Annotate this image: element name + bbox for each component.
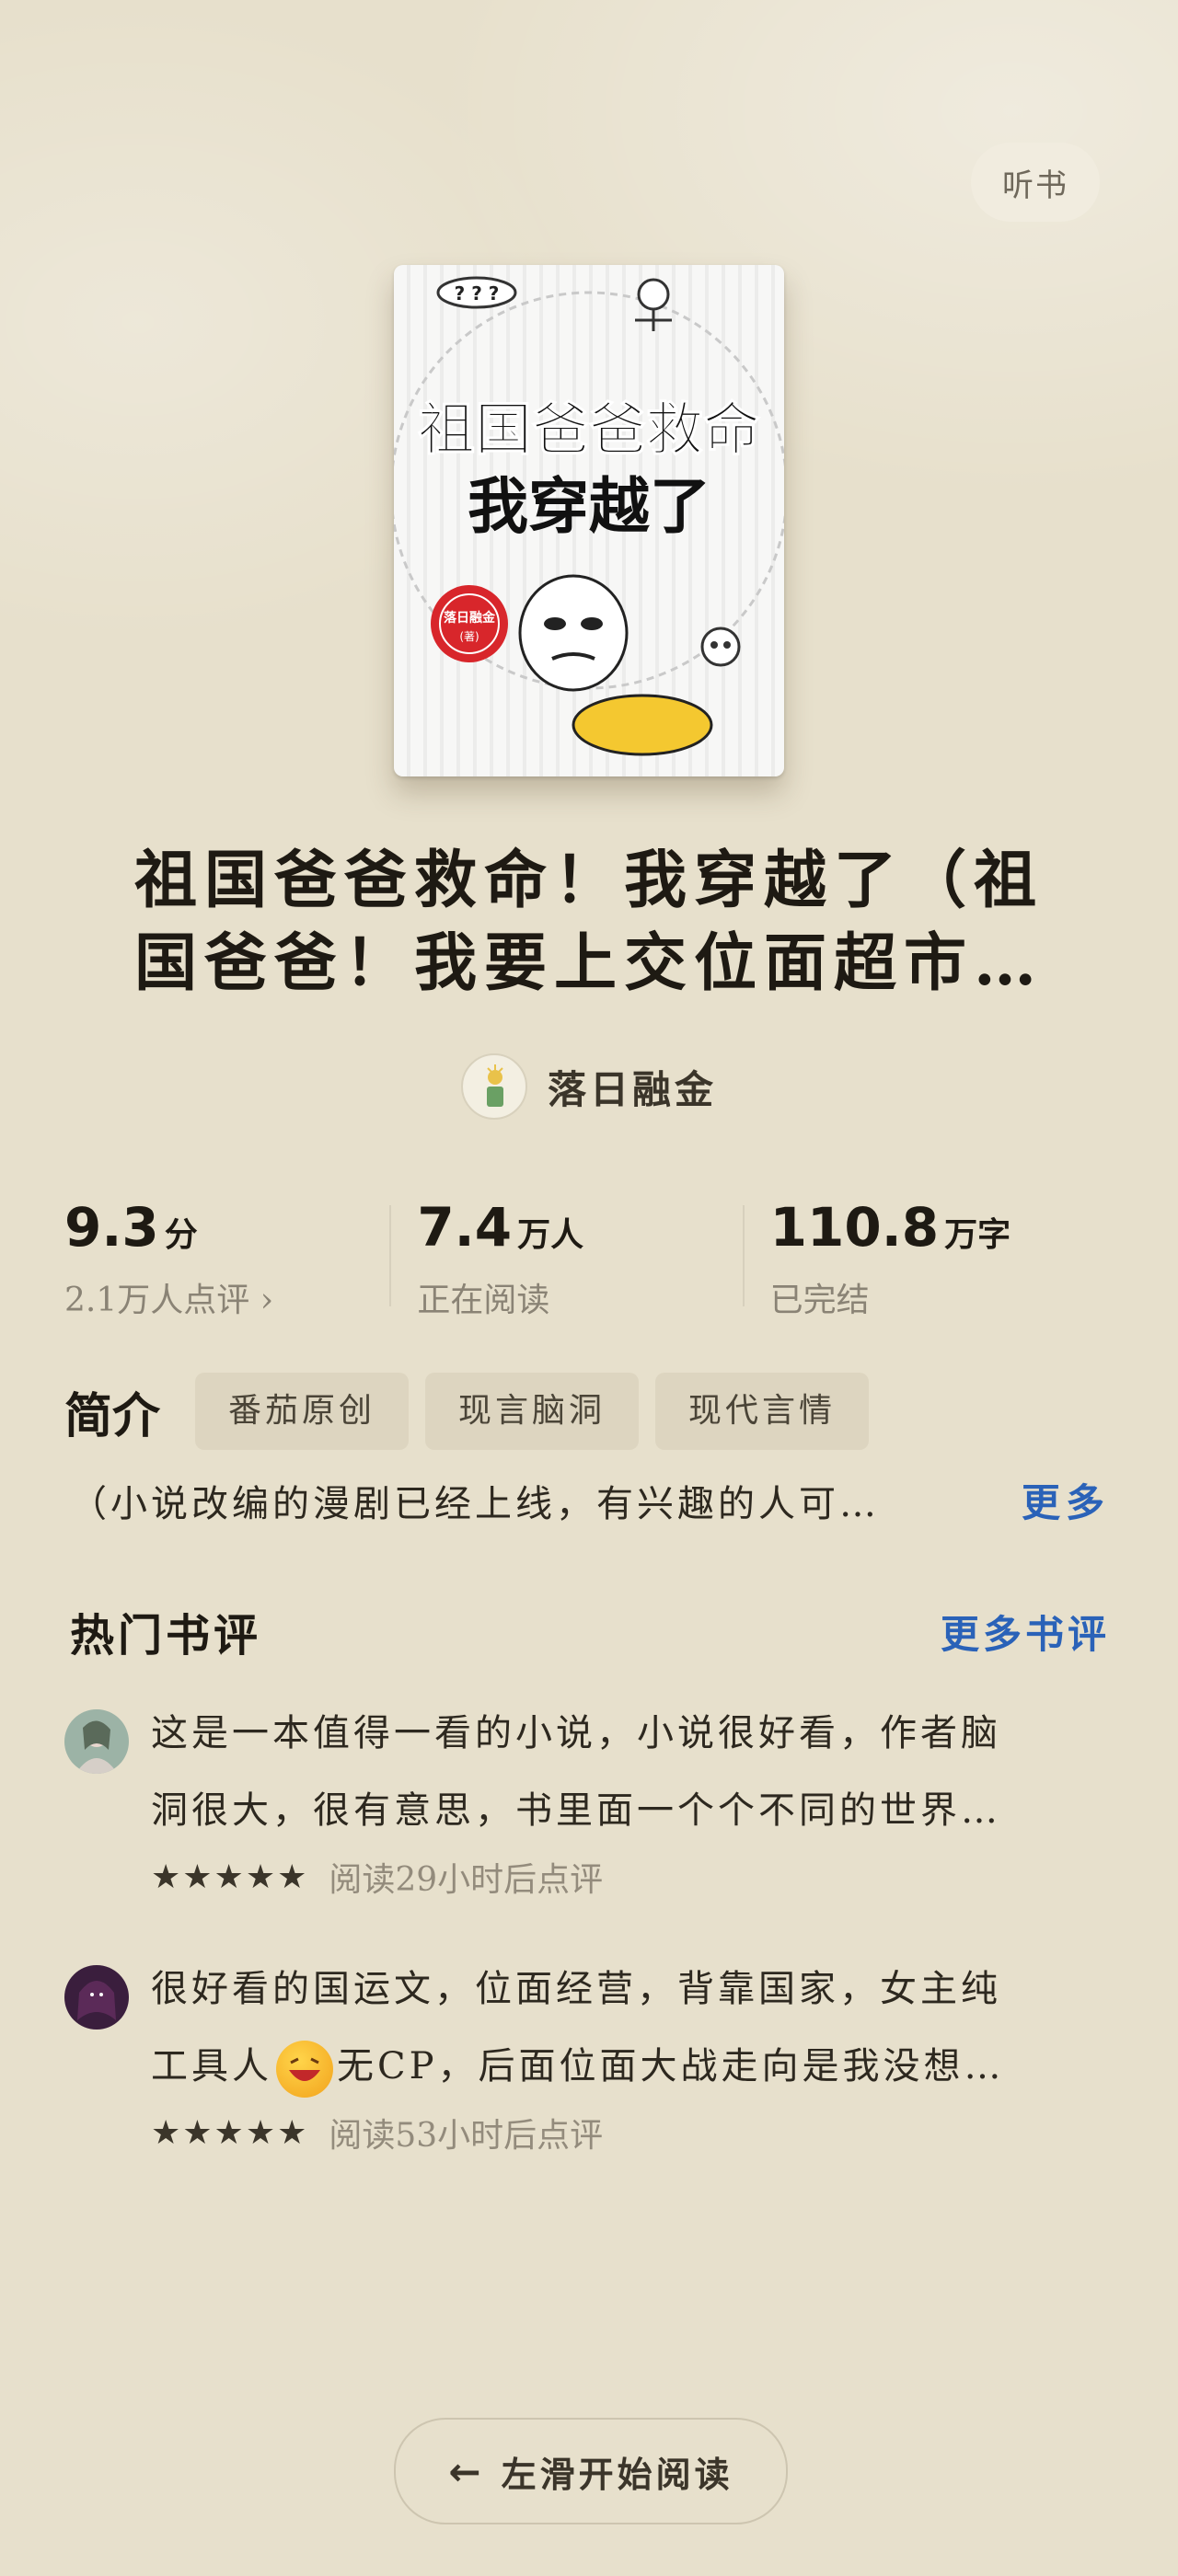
stat-wordcount: 110.8 万字 已完结	[742, 1196, 1114, 1325]
cover-badge-text: 落日融金	[444, 610, 496, 626]
readers-label: 正在阅读	[417, 1282, 550, 1319]
listen-button[interactable]: 听书	[971, 143, 1100, 222]
reviewer-avatar[interactable]	[64, 1965, 129, 2030]
author-name[interactable]: 落日融金	[548, 1059, 717, 1115]
rating-unit: 分	[164, 1215, 198, 1254]
reviews-title: 热门书评	[70, 1610, 262, 1662]
intro-label: 简介	[64, 1387, 161, 1444]
review-text-line2: 工具人 无CP，后面位面大战走向是我没想…	[151, 2028, 1114, 2105]
cover-title-line1: 祖国爸爸救命	[418, 396, 760, 463]
more-reviews-button[interactable]: 更多书评	[941, 1604, 1110, 1660]
laughing-emoji-face	[289, 2057, 320, 2081]
star-rating: ★★★★★	[151, 2113, 309, 2152]
review-text-line2-part1: 工具人	[151, 2045, 272, 2087]
reviews-header: 热门书评 更多书评	[70, 1599, 1110, 1663]
review-text-line2: 洞很大，很有意思，书里面一个个不同的世界…	[151, 1789, 1001, 1832]
review-text-line2-part2: 无CP，后面位面大战走向是我没想…	[337, 2045, 1005, 2087]
intro-header: 简介 番茄原创 现言脑洞 现代言情	[64, 1373, 870, 1450]
author-avatar-image	[486, 1064, 503, 1107]
cover-title-line2: 我穿越了	[468, 471, 710, 542]
cover-badge-sub: (著)	[459, 630, 479, 643]
status-label: 已完结	[769, 1282, 870, 1319]
review-text-line1: 这是一本值得一看的小说，小说很好看，作者脑	[151, 1712, 1001, 1754]
wordcount-unit: 万字	[944, 1215, 1011, 1254]
book-cover[interactable]: ? ? ? 祖国爸爸救命 我穿越了 落日融金 (著)	[394, 265, 784, 776]
stat-rating[interactable]: 9.3 分 2.1万人点评 ›	[64, 1196, 408, 1325]
stat-readers: 7.4 万人 正在阅读	[389, 1196, 760, 1325]
synopsis-row[interactable]: （小说改编的漫剧已经上线，有兴趣的人可… 更多	[70, 1472, 1110, 1528]
tag-item[interactable]: 现代言情	[655, 1373, 870, 1450]
cover-thought-text: ? ? ?	[455, 282, 500, 305]
review-meta: 阅读53小时后点评	[329, 2117, 604, 2155]
readers-value: 7.4	[417, 1196, 513, 1259]
tag-item[interactable]: 番茄原创	[195, 1373, 410, 1450]
reviewer-avatar[interactable]	[64, 1709, 129, 1774]
author-row[interactable]: 落日融金	[0, 1053, 1178, 1120]
star-rating: ★★★★★	[151, 1857, 309, 1896]
book-title-line1: 祖国爸爸救命！我穿越了（祖	[133, 844, 1044, 917]
review-text-line1: 很好看的国运文，位面经营，背靠国家，女主纯	[151, 1968, 1001, 2010]
rating-value: 9.3	[64, 1196, 159, 1259]
readers-unit: 万人	[517, 1215, 584, 1254]
author-avatar[interactable]	[460, 1053, 527, 1120]
review-item[interactable]: 这是一本值得一看的小说，小说很好看，作者脑 洞很大，很有意思，书里面一个个不同的…	[64, 1695, 1114, 1901]
book-title-line2: 国爸爸！我要上交位面超市…	[133, 926, 1044, 1000]
wordcount-value: 110.8	[769, 1196, 940, 1259]
review-item[interactable]: 很好看的国运文，位面经营，背靠国家，女主纯 工具人 无CP，后面位面大战走向是我…	[64, 1950, 1114, 2156]
tag-item[interactable]: 现言脑洞	[425, 1373, 640, 1450]
reviewer-avatar-image	[64, 1965, 129, 2030]
synopsis-text: （小说改编的漫剧已经上线，有兴趣的人可…	[70, 1482, 880, 1525]
review-meta: 阅读29小时后点评	[329, 1861, 604, 1899]
start-reading-button[interactable]: ← 左滑开始阅读	[394, 2418, 788, 2524]
stats-row: 9.3 分 2.1万人点评 › 7.4 万人 正在阅读 110.8 万字 已完结	[64, 1196, 1114, 1325]
laughing-emoji-icon	[276, 2041, 333, 2098]
book-title: 祖国爸爸救命！我穿越了（祖 国爸爸！我要上交位面超市…	[110, 839, 1068, 1005]
synopsis-more-button[interactable]: 更多	[1022, 1472, 1110, 1528]
reviewer-avatar-image	[64, 1709, 129, 1774]
cover-illustration: ? ? ? 祖国爸爸救命 我穿越了 落日融金 (著)	[394, 276, 784, 756]
start-reading-label: 左滑开始阅读	[501, 2453, 733, 2495]
rating-count-link[interactable]: 2.1万人点评 ›	[64, 1273, 408, 1321]
arrow-left-icon: ←	[448, 2448, 485, 2494]
